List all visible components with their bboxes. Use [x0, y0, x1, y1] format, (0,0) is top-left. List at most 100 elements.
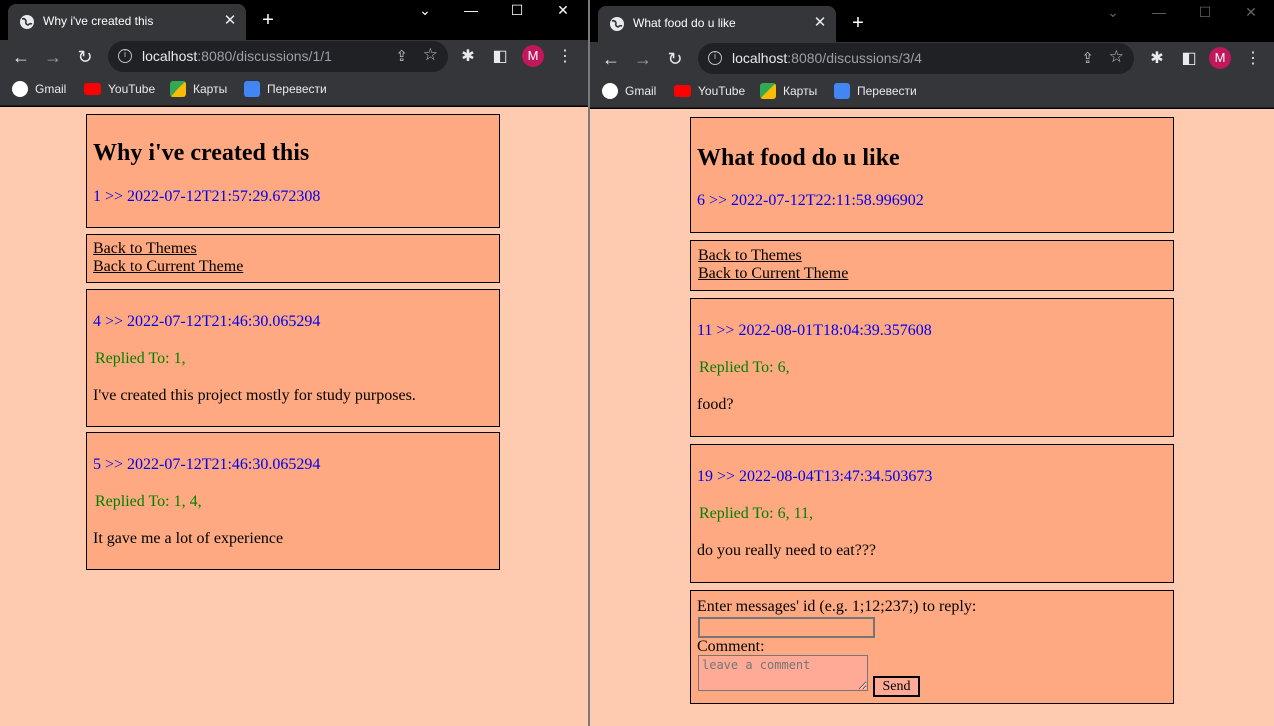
side-panel-icon[interactable]: ◧ [1177, 47, 1201, 71]
page-content: Why i've created this 1 >> 2022-07-12T21… [0, 107, 588, 726]
new-tab-button[interactable]: + [256, 8, 280, 32]
globe-icon [20, 15, 34, 29]
bookmarks-bar: Gmail YouTube Карты Перевести [590, 76, 1274, 108]
replied-to: Replied To: 6, [699, 359, 790, 376]
tab-strip: Why i've created this ✕ + ⌄ — ☐ ✕ [0, 0, 588, 40]
discussion-header: What food do u like 6 >> 2022-07-12T22:1… [690, 117, 1174, 233]
bookmark-maps[interactable]: Карты [760, 83, 817, 101]
message-text: do you really need to eat??? [697, 542, 877, 559]
tab-search-icon[interactable]: ⌄ [1090, 2, 1136, 24]
replied-to: Replied To: 1, 4, [95, 493, 202, 510]
tab-strip: What food do u like ✕ + ⌄ — ☐ ✕ [590, 0, 1274, 42]
back-arrow-icon[interactable]: ← [598, 46, 624, 72]
url-text: localhost:8080/discussions/3/4 [732, 50, 922, 66]
url-text: localhost:8080/discussions/1/1 [142, 48, 332, 64]
reply-ids-label: Enter messages' id (e.g. 1;12;237;) to r… [697, 598, 977, 615]
site-info-icon[interactable]: i [708, 51, 722, 65]
maps-icon [170, 81, 186, 97]
new-tab-button[interactable]: + [846, 11, 870, 35]
message-meta-link[interactable]: 5 >> 2022-07-12T21:46:30.065294 [93, 456, 320, 474]
reply-form: Enter messages' id (e.g. 1;12;237;) to r… [690, 590, 1174, 704]
comment-textarea[interactable] [698, 655, 868, 691]
close-tab-icon[interactable]: ✕ [810, 13, 830, 33]
maps-icon [760, 83, 776, 99]
page-title: What food do u like [697, 145, 900, 171]
browser-toolbar: ← → ↻ i localhost:8080/discussions/1/1 ⇪… [0, 40, 588, 74]
nav-links: Back to Themes Back to Current Theme [86, 234, 500, 283]
page-content: What food do u like 6 >> 2022-07-12T22:1… [590, 109, 1274, 726]
page-title: Why i've created this [93, 140, 310, 166]
message-text: food? [697, 396, 734, 413]
site-info-icon[interactable]: i [118, 49, 132, 63]
send-button[interactable]: Send [873, 676, 920, 697]
reload-icon[interactable]: ↻ [662, 46, 688, 72]
tab-search-icon[interactable]: ⌄ [402, 0, 448, 22]
youtube-icon [84, 82, 101, 95]
google-icon [602, 83, 618, 99]
header-meta-link[interactable]: 1 >> 2022-07-12T21:57:29.672308 [93, 188, 320, 206]
translate-icon [834, 83, 850, 99]
extensions-puzzle-icon[interactable]: ✱ [456, 45, 480, 69]
menu-kebab-icon[interactable]: ⋮ [553, 45, 577, 69]
profile-avatar[interactable]: M [1209, 47, 1231, 69]
reload-icon[interactable]: ↻ [72, 44, 98, 70]
message-text: It gave me a lot of experience [93, 530, 284, 547]
minimize-button[interactable]: — [448, 0, 494, 22]
bookmark-maps[interactable]: Карты [170, 81, 227, 99]
minimize-button[interactable]: — [1136, 2, 1182, 24]
share-icon[interactable]: ⇪ [395, 47, 408, 65]
close-window-button[interactable]: ✕ [1228, 2, 1274, 24]
browser-window-left: Why i've created this ✕ + ⌄ — ☐ ✕ ← → ↻ … [0, 0, 588, 726]
browser-tab[interactable]: Why i've created this ✕ [8, 4, 246, 40]
nav-links: Back to Themes Back to Current Theme [690, 240, 1174, 291]
comment-label: Comment: [697, 638, 765, 655]
maximize-button[interactable]: ☐ [494, 0, 540, 22]
back-to-current-theme-link[interactable]: Back to Current Theme [698, 265, 1166, 283]
back-to-themes-link[interactable]: Back to Themes [698, 247, 1166, 265]
replied-to: Replied To: 6, 11, [699, 505, 813, 522]
maximize-button[interactable]: ☐ [1182, 2, 1228, 24]
forward-arrow-icon[interactable]: → [630, 46, 656, 72]
back-to-themes-link[interactable]: Back to Themes [93, 240, 493, 258]
globe-icon [610, 17, 624, 31]
close-window-button[interactable]: ✕ [540, 0, 586, 22]
bookmark-youtube[interactable]: YouTube [674, 83, 745, 101]
browser-toolbar: ← → ↻ i localhost:8080/discussions/3/4 ⇪… [590, 42, 1274, 76]
close-tab-icon[interactable]: ✕ [220, 11, 240, 31]
bookmark-gmail[interactable]: Gmail [12, 81, 66, 99]
bookmark-youtube[interactable]: YouTube [84, 81, 155, 99]
browser-window-right: What food do u like ✕ + ⌄ — ☐ ✕ ← → ↻ i … [590, 0, 1274, 726]
youtube-icon [674, 84, 691, 97]
profile-avatar[interactable]: M [522, 45, 544, 67]
address-bar[interactable]: i localhost:8080/discussions/1/1 ⇪ ☆ [108, 41, 448, 72]
browser-tab[interactable]: What food do u like ✕ [598, 6, 836, 42]
extensions-puzzle-icon[interactable]: ✱ [1145, 47, 1169, 71]
bookmark-star-icon[interactable]: ☆ [423, 45, 438, 65]
forward-arrow-icon[interactable]: → [40, 44, 66, 70]
back-to-current-theme-link[interactable]: Back to Current Theme [93, 258, 493, 276]
message-card: 11 >> 2022-08-01T18:04:39.357608 Replied… [690, 298, 1174, 437]
side-panel-icon[interactable]: ◧ [488, 45, 512, 69]
message-text: I've created this project mostly for stu… [93, 387, 416, 404]
header-meta-link[interactable]: 6 >> 2022-07-12T22:11:58.996902 [697, 192, 924, 210]
message-card: 4 >> 2022-07-12T21:46:30.065294 Replied … [86, 289, 500, 427]
share-icon[interactable]: ⇪ [1081, 49, 1094, 67]
address-bar[interactable]: i localhost:8080/discussions/3/4 ⇪ ☆ [698, 43, 1134, 74]
translate-icon [244, 81, 260, 97]
bookmark-translate[interactable]: Перевести [244, 81, 327, 99]
back-arrow-icon[interactable]: ← [8, 44, 34, 70]
bookmark-gmail[interactable]: Gmail [602, 83, 656, 101]
bookmark-translate[interactable]: Перевести [834, 83, 917, 101]
bookmark-star-icon[interactable]: ☆ [1109, 47, 1124, 67]
replied-to: Replied To: 1, [95, 350, 186, 367]
message-meta-link[interactable]: 11 >> 2022-08-01T18:04:39.357608 [697, 322, 932, 340]
discussion-header: Why i've created this 1 >> 2022-07-12T21… [86, 114, 500, 228]
menu-kebab-icon[interactable]: ⋮ [1241, 47, 1265, 71]
message-meta-link[interactable]: 4 >> 2022-07-12T21:46:30.065294 [93, 313, 320, 331]
message-card: 5 >> 2022-07-12T21:46:30.065294 Replied … [86, 432, 500, 570]
tab-title: What food do u like [633, 16, 736, 30]
reply-ids-input[interactable] [698, 617, 875, 638]
tab-title: Why i've created this [43, 14, 154, 28]
message-meta-link[interactable]: 19 >> 2022-08-04T13:47:34.503673 [697, 468, 932, 486]
bookmarks-bar: Gmail YouTube Карты Перевести [0, 74, 588, 106]
